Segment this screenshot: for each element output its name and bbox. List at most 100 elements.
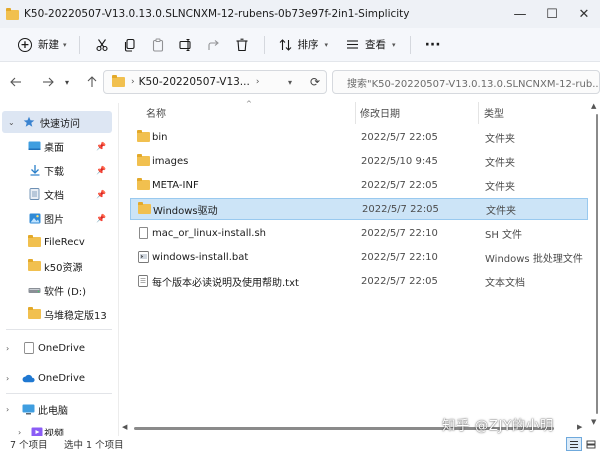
expand-chevron-icon[interactable]: › bbox=[18, 428, 21, 437]
delete-button[interactable] bbox=[228, 33, 256, 57]
file-row[interactable]: images 2022/5/10 9:45 文件夹 bbox=[130, 150, 588, 172]
view-button[interactable]: 查看 ▾ bbox=[340, 33, 402, 57]
sidebar-item-this-pc[interactable]: › 此电脑 bbox=[0, 398, 112, 420]
file-row[interactable]: META-INF 2022/5/7 22:05 文件夹 bbox=[130, 174, 588, 196]
file-type: SH 文件 bbox=[485, 229, 523, 241]
copy-icon bbox=[124, 38, 135, 52]
pc-icon bbox=[22, 404, 35, 415]
paste-button[interactable] bbox=[144, 33, 172, 57]
back-button[interactable] bbox=[4, 70, 28, 94]
file-row[interactable]: mac_or_linux-install.sh 2022/5/7 22:10 S… bbox=[130, 222, 588, 244]
maximize-button[interactable]: ☐ bbox=[536, 0, 568, 28]
address-history-dropdown[interactable]: ▾ bbox=[288, 78, 292, 87]
file-name: images bbox=[152, 155, 189, 167]
sidebar-item-onedrive-cloud[interactable]: › OneDrive bbox=[0, 367, 112, 389]
forward-button[interactable] bbox=[36, 70, 60, 94]
scroll-left-icon[interactable]: ◀ bbox=[122, 423, 127, 431]
scroll-up-icon[interactable]: ▲ bbox=[591, 102, 596, 110]
scroll-down-icon[interactable]: ▼ bbox=[591, 418, 596, 426]
up-button[interactable] bbox=[80, 70, 104, 94]
sidebar-item-label: 快速访问 bbox=[40, 118, 80, 130]
sidebar-item-drive-d[interactable]: 软件 (D:) bbox=[0, 279, 112, 301]
item-count: 7 个项目 bbox=[10, 440, 48, 451]
column-separator[interactable] bbox=[478, 102, 479, 124]
tiles-view-button[interactable] bbox=[583, 437, 599, 451]
sidebar-item-documents[interactable]: 文档 📌 bbox=[0, 183, 112, 205]
file-date: 2022/5/7 22:10 bbox=[361, 227, 438, 239]
scroll-right-icon[interactable]: ▶ bbox=[577, 423, 582, 431]
sidebar-item-label: 下载 bbox=[44, 166, 64, 178]
view-label: 查看 bbox=[365, 39, 387, 51]
file-row-selected[interactable]: Windows驱动 2022/5/7 22:05 文件夹 bbox=[130, 198, 588, 220]
column-header-type[interactable]: 类型 bbox=[484, 100, 584, 124]
sidebar-divider bbox=[6, 329, 112, 330]
more-options-button[interactable]: ··· bbox=[419, 33, 447, 57]
minimize-button[interactable]: — bbox=[504, 0, 536, 28]
file-date: 2022/5/7 22:05 bbox=[361, 179, 438, 191]
sidebar-item-pictures[interactable]: 图片 📌 bbox=[0, 207, 112, 229]
copy-button[interactable] bbox=[116, 33, 144, 57]
file-type: Windows 批处理文件 bbox=[485, 253, 583, 265]
vertical-scrollbar[interactable]: ▲ ▼ bbox=[588, 100, 600, 430]
sidebar-item-desktop[interactable]: 桌面 📌 bbox=[0, 135, 112, 157]
address-bar[interactable]: › K50-20220507-V13... › ▾ ⟳ bbox=[103, 70, 327, 94]
pin-icon[interactable]: 📌 bbox=[96, 214, 106, 223]
file-row[interactable]: bin 2022/5/7 22:05 文件夹 bbox=[130, 126, 588, 148]
share-button[interactable] bbox=[200, 33, 228, 57]
file-row[interactable]: windows-install.bat 2022/5/7 22:10 Windo… bbox=[130, 246, 588, 268]
sidebar-item-videos[interactable]: › 视频 bbox=[0, 421, 112, 436]
breadcrumb-current-folder[interactable]: K50-20220507-V13... bbox=[139, 76, 250, 88]
chevron-down-icon: ▾ bbox=[392, 40, 396, 49]
file-icon bbox=[136, 227, 150, 239]
folder-icon bbox=[6, 7, 20, 20]
sidebar-item-k50[interactable]: k50资源 bbox=[0, 255, 112, 277]
folder-icon bbox=[136, 154, 150, 167]
column-header-name[interactable]: 名称 bbox=[146, 100, 356, 124]
sidebar-item-onedrive[interactable]: › OneDrive bbox=[0, 337, 112, 359]
sidebar-item-downloads[interactable]: 下载 📌 bbox=[0, 159, 112, 181]
expand-chevron-icon[interactable]: › bbox=[6, 405, 9, 414]
file-type: 文本文档 bbox=[485, 277, 525, 289]
file-type: 文件夹 bbox=[485, 133, 515, 145]
pin-icon[interactable]: 📌 bbox=[96, 142, 106, 151]
video-icon bbox=[30, 427, 43, 436]
share-icon bbox=[207, 39, 219, 50]
sidebar-item-label: OneDrive bbox=[38, 372, 86, 384]
sidebar-item-label: 桌面 bbox=[44, 142, 64, 154]
expand-chevron-icon[interactable]: › bbox=[6, 374, 9, 383]
pin-icon[interactable]: 📌 bbox=[96, 190, 106, 199]
details-view-button[interactable] bbox=[566, 437, 582, 451]
file-date: 2022/5/7 22:05 bbox=[361, 275, 438, 287]
breadcrumb-chevron-icon[interactable]: › bbox=[256, 77, 260, 87]
toolbar-divider bbox=[78, 35, 80, 54]
onedrive-cloud-icon bbox=[22, 373, 35, 384]
cut-button[interactable] bbox=[88, 33, 116, 57]
sidebar-item-filerecv[interactable]: FileRecv bbox=[0, 231, 112, 253]
onedrive-icon bbox=[22, 342, 35, 354]
sidebar-item-quick-access[interactable]: ⌄ 快速访问 bbox=[2, 111, 112, 133]
rename-button[interactable] bbox=[172, 33, 200, 57]
refresh-icon[interactable]: ⟳ bbox=[310, 75, 320, 89]
close-button[interactable]: ✕ bbox=[568, 0, 600, 28]
view-icon bbox=[347, 40, 359, 49]
command-bar: + 新建 ▾ 排序 ▾ 查看 ▾ ··· bbox=[0, 28, 600, 62]
column-separator[interactable] bbox=[355, 102, 356, 124]
search-box[interactable]: 搜索"K50-20220507-V13.0.13.0.SLNCNXM-12-ru… bbox=[332, 70, 600, 94]
breadcrumb-chevron-icon: › bbox=[131, 77, 135, 87]
pane-splitter[interactable] bbox=[118, 103, 119, 436]
bat-file-icon bbox=[136, 251, 150, 263]
sidebar-item-stable13[interactable]: 乌堆稳定版13 bbox=[0, 303, 112, 325]
expand-chevron-icon[interactable]: › bbox=[6, 344, 9, 353]
sort-button[interactable]: 排序 ▾ bbox=[273, 33, 335, 57]
recent-locations-button[interactable]: ▾ bbox=[60, 70, 74, 94]
file-name: mac_or_linux-install.sh bbox=[152, 227, 267, 239]
document-icon bbox=[28, 188, 41, 200]
column-header-date[interactable]: 修改日期 bbox=[360, 100, 480, 124]
expand-chevron-icon[interactable]: ⌄ bbox=[8, 118, 15, 127]
folder-icon bbox=[28, 259, 41, 272]
sort-icon bbox=[279, 38, 291, 51]
file-row[interactable]: 每个版本必读说明及使用帮助.txt 2022/5/7 22:05 文本文档 bbox=[130, 270, 588, 292]
pin-icon[interactable]: 📌 bbox=[96, 166, 106, 175]
new-button[interactable]: + 新建 ▾ bbox=[14, 33, 71, 57]
scrollbar-thumb[interactable] bbox=[596, 114, 598, 414]
